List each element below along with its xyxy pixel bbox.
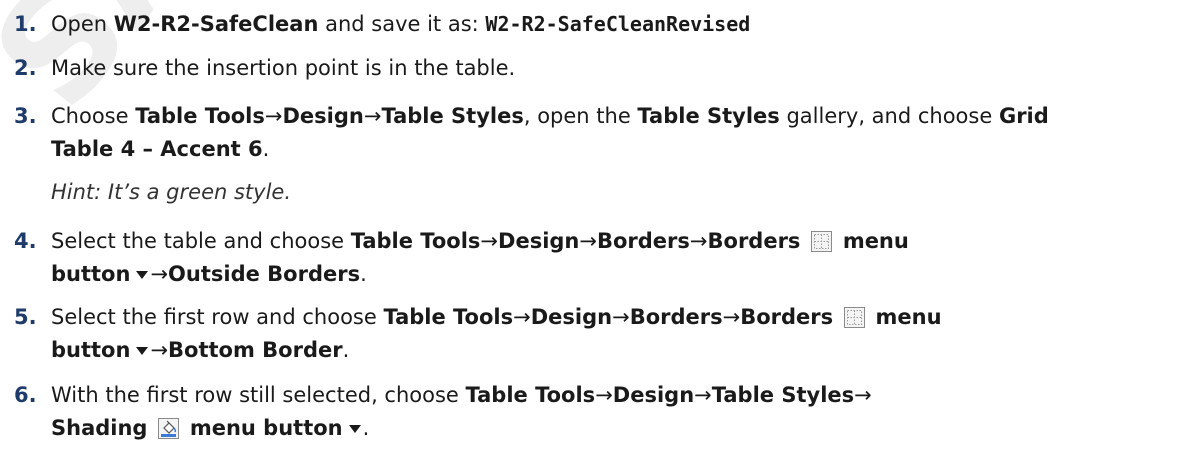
menu-option: Outside Borders [168, 262, 361, 286]
text: Make sure the insertion point is in the … [51, 56, 516, 80]
dropdown-caret-icon [136, 271, 149, 279]
menu-button-label: button [51, 338, 131, 362]
menu-path-item: Table Tools [465, 383, 596, 407]
menu-path-item: Shading [51, 416, 148, 440]
step-3: 3. Choose Table Tools→Design→Table Style… [14, 100, 1164, 166]
menu-button-label: menu button [189, 416, 343, 440]
text: , open the [523, 104, 638, 128]
arrow: → [150, 262, 169, 286]
step-text: With the first row still selected, choos… [51, 379, 1164, 445]
menu-path-item: Design [530, 305, 613, 329]
menu-path-item: Design [282, 104, 364, 128]
step-number: 3. [14, 104, 37, 128]
paint-bucket-icon [158, 418, 180, 439]
arrow: → [854, 383, 872, 407]
dropdown-caret-icon [136, 347, 149, 355]
text: Select the table and choose [51, 229, 351, 253]
text: Choose [51, 104, 136, 128]
step-number: 1. [14, 12, 37, 36]
arrow: → [694, 383, 712, 407]
step-text: Make sure the insertion point is in the … [51, 52, 1164, 85]
menu-path-item: Design [612, 383, 695, 407]
borders-grid-icon [811, 231, 833, 252]
menu-path-item: Borders [596, 229, 690, 253]
borders-grid-icon [843, 307, 865, 328]
step-6: 6. With the first row still selected, ch… [14, 379, 1164, 445]
text: . [360, 262, 367, 286]
style-name: Table 4 – Accent 6 [51, 137, 263, 161]
menu-path-item: Table Styles [711, 383, 855, 407]
step-text: Select the first row and choose Table To… [51, 301, 1164, 367]
menu-button-label: button [51, 262, 131, 286]
step-2: 2. Make sure the insertion point is in t… [14, 52, 1164, 85]
menu-path-item: Borders [707, 229, 801, 253]
hint-text: Hint: It’s a green style. [51, 180, 292, 204]
arrow: → [150, 338, 169, 362]
menu-path-item: Borders [629, 305, 723, 329]
arrow: → [595, 383, 613, 407]
menu-path-item: Borders [740, 305, 834, 329]
text: Open [51, 12, 114, 36]
step-text: Select the table and choose Table Tools→… [51, 225, 1164, 291]
arrow: → [722, 305, 741, 329]
arrow: → [513, 305, 531, 329]
text: gallery, and choose [779, 104, 999, 128]
step-4: 4. Select the table and choose Table Too… [14, 225, 1164, 291]
menu-path-item: Table Tools [383, 305, 514, 329]
menu-path-item: Table Tools [135, 104, 265, 128]
step-text: Choose Table Tools→Design→Table Styles, … [51, 100, 1164, 166]
step-1: 1. Open W2-R2-SafeClean and save it as: … [14, 8, 1164, 41]
arrow: → [612, 305, 630, 329]
menu-path-item: Design [498, 229, 580, 253]
text: Select the first row and choose [51, 305, 384, 329]
arrow: → [689, 229, 708, 253]
step-number: 6. [14, 383, 37, 407]
menu-button-label: menu [875, 305, 942, 329]
menu-path-item: Table Tools [350, 229, 481, 253]
save-as-name: W2-R2-SafeCleanRevised [485, 12, 751, 36]
gallery-name: Table Styles [637, 104, 780, 128]
text: . [262, 137, 270, 161]
menu-path-item: Table Styles [381, 104, 524, 128]
arrow: → [363, 104, 382, 128]
text: and save it as: [318, 12, 486, 36]
step-number: 2. [14, 56, 37, 80]
step-number: 4. [14, 229, 37, 253]
text: . [362, 416, 370, 440]
text: . [342, 338, 350, 362]
menu-option: Bottom Border [168, 338, 343, 362]
arrow: → [579, 229, 597, 253]
text: With the first row still selected, choos… [51, 383, 466, 407]
step-number: 5. [14, 305, 37, 329]
step-5: 5. Select the first row and choose Table… [14, 301, 1164, 367]
step-text: Open W2-R2-SafeClean and save it as: W2-… [51, 8, 1164, 41]
menu-button-label: menu [842, 229, 909, 253]
arrow: → [480, 229, 499, 253]
style-name: Grid [998, 104, 1049, 128]
arrow: → [264, 104, 283, 128]
file-name: W2-R2-SafeClean [113, 12, 319, 36]
dropdown-caret-icon [348, 425, 361, 433]
